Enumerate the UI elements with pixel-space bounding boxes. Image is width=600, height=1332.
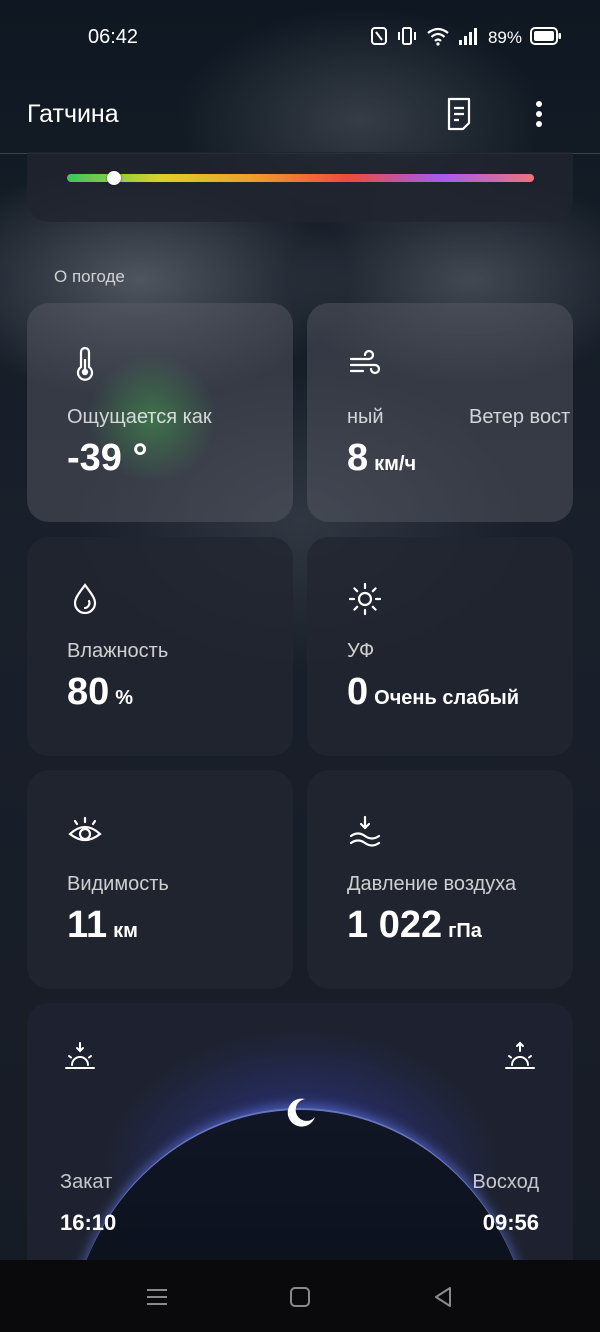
battery-percent: 89% [487, 28, 522, 47]
section-title: О погоде [54, 267, 125, 286]
air-quality-indicator [106, 171, 121, 185]
wind-value: 8 км/ч [347, 437, 417, 479]
visibility-label: Видимость [67, 873, 169, 895]
document-icon[interactable] [441, 96, 477, 132]
app-bar: Гатчина [0, 76, 600, 154]
sunrise-time: 09:56 [482, 1210, 539, 1235]
wind-card[interactable]: ный Ветер вост 8 км/ч [307, 303, 573, 522]
thermometer-icon [67, 346, 103, 383]
battery-icon [530, 26, 562, 50]
status-time: 06:42 [88, 26, 139, 48]
home-icon[interactable] [285, 1282, 315, 1312]
visibility-value: 11 км [67, 904, 138, 946]
nfc-icon [370, 26, 388, 51]
pressure-icon [347, 814, 383, 850]
uv-card[interactable]: УФ 0 Очень слабый [307, 537, 573, 756]
sun-icon [347, 581, 383, 617]
recent-apps-icon[interactable] [142, 1282, 172, 1312]
sunrise-icon [502, 1039, 538, 1075]
feels-like-card[interactable]: Ощущается как -39 ° [27, 303, 293, 522]
uv-value: 0 Очень слабый [347, 671, 520, 713]
wifi-icon [426, 26, 450, 51]
status-icons: 89% [370, 24, 562, 52]
back-icon[interactable] [428, 1282, 458, 1312]
city-title: Гатчина [27, 100, 119, 128]
water-drop-icon [67, 581, 103, 617]
sunset-icon [62, 1039, 98, 1075]
wind-icon [347, 347, 383, 383]
air-quality-scale [67, 171, 534, 185]
visibility-card[interactable]: Видимость 11 км [27, 770, 293, 989]
vibrate-icon [396, 26, 418, 51]
navigation-bar [0, 1260, 600, 1332]
more-options-icon[interactable] [521, 96, 557, 132]
wind-label: ный [347, 406, 384, 428]
sunset-label: Закат [60, 1171, 113, 1193]
moon-icon [283, 1095, 319, 1131]
feels-like-label: Ощущается как [67, 406, 212, 428]
sunrise-sunset-card[interactable]: Закат 16:10 Восход 09:56 [27, 1003, 573, 1260]
pressure-card[interactable]: Давление воздуха 1 022 гПа [307, 770, 573, 989]
signal-icon [458, 26, 480, 51]
sunrise-label: Восход [472, 1171, 539, 1193]
humidity-card[interactable]: Влажность 80% [27, 537, 293, 756]
eye-icon [67, 814, 103, 850]
wind-direction-label: Ветер вост [469, 406, 571, 428]
pressure-value: 1 022 гПа [347, 904, 482, 946]
uv-label: УФ [347, 640, 375, 662]
status-bar: 06:42 89% [0, 0, 600, 76]
humidity-label: Влажность [67, 640, 169, 662]
pressure-label: Давление воздуха [347, 873, 517, 895]
air-quality-card[interactable] [27, 152, 573, 222]
feels-like-value: -39 ° [67, 437, 148, 479]
sunset-time: 16:10 [60, 1210, 117, 1235]
humidity-value: 80% [67, 671, 134, 713]
